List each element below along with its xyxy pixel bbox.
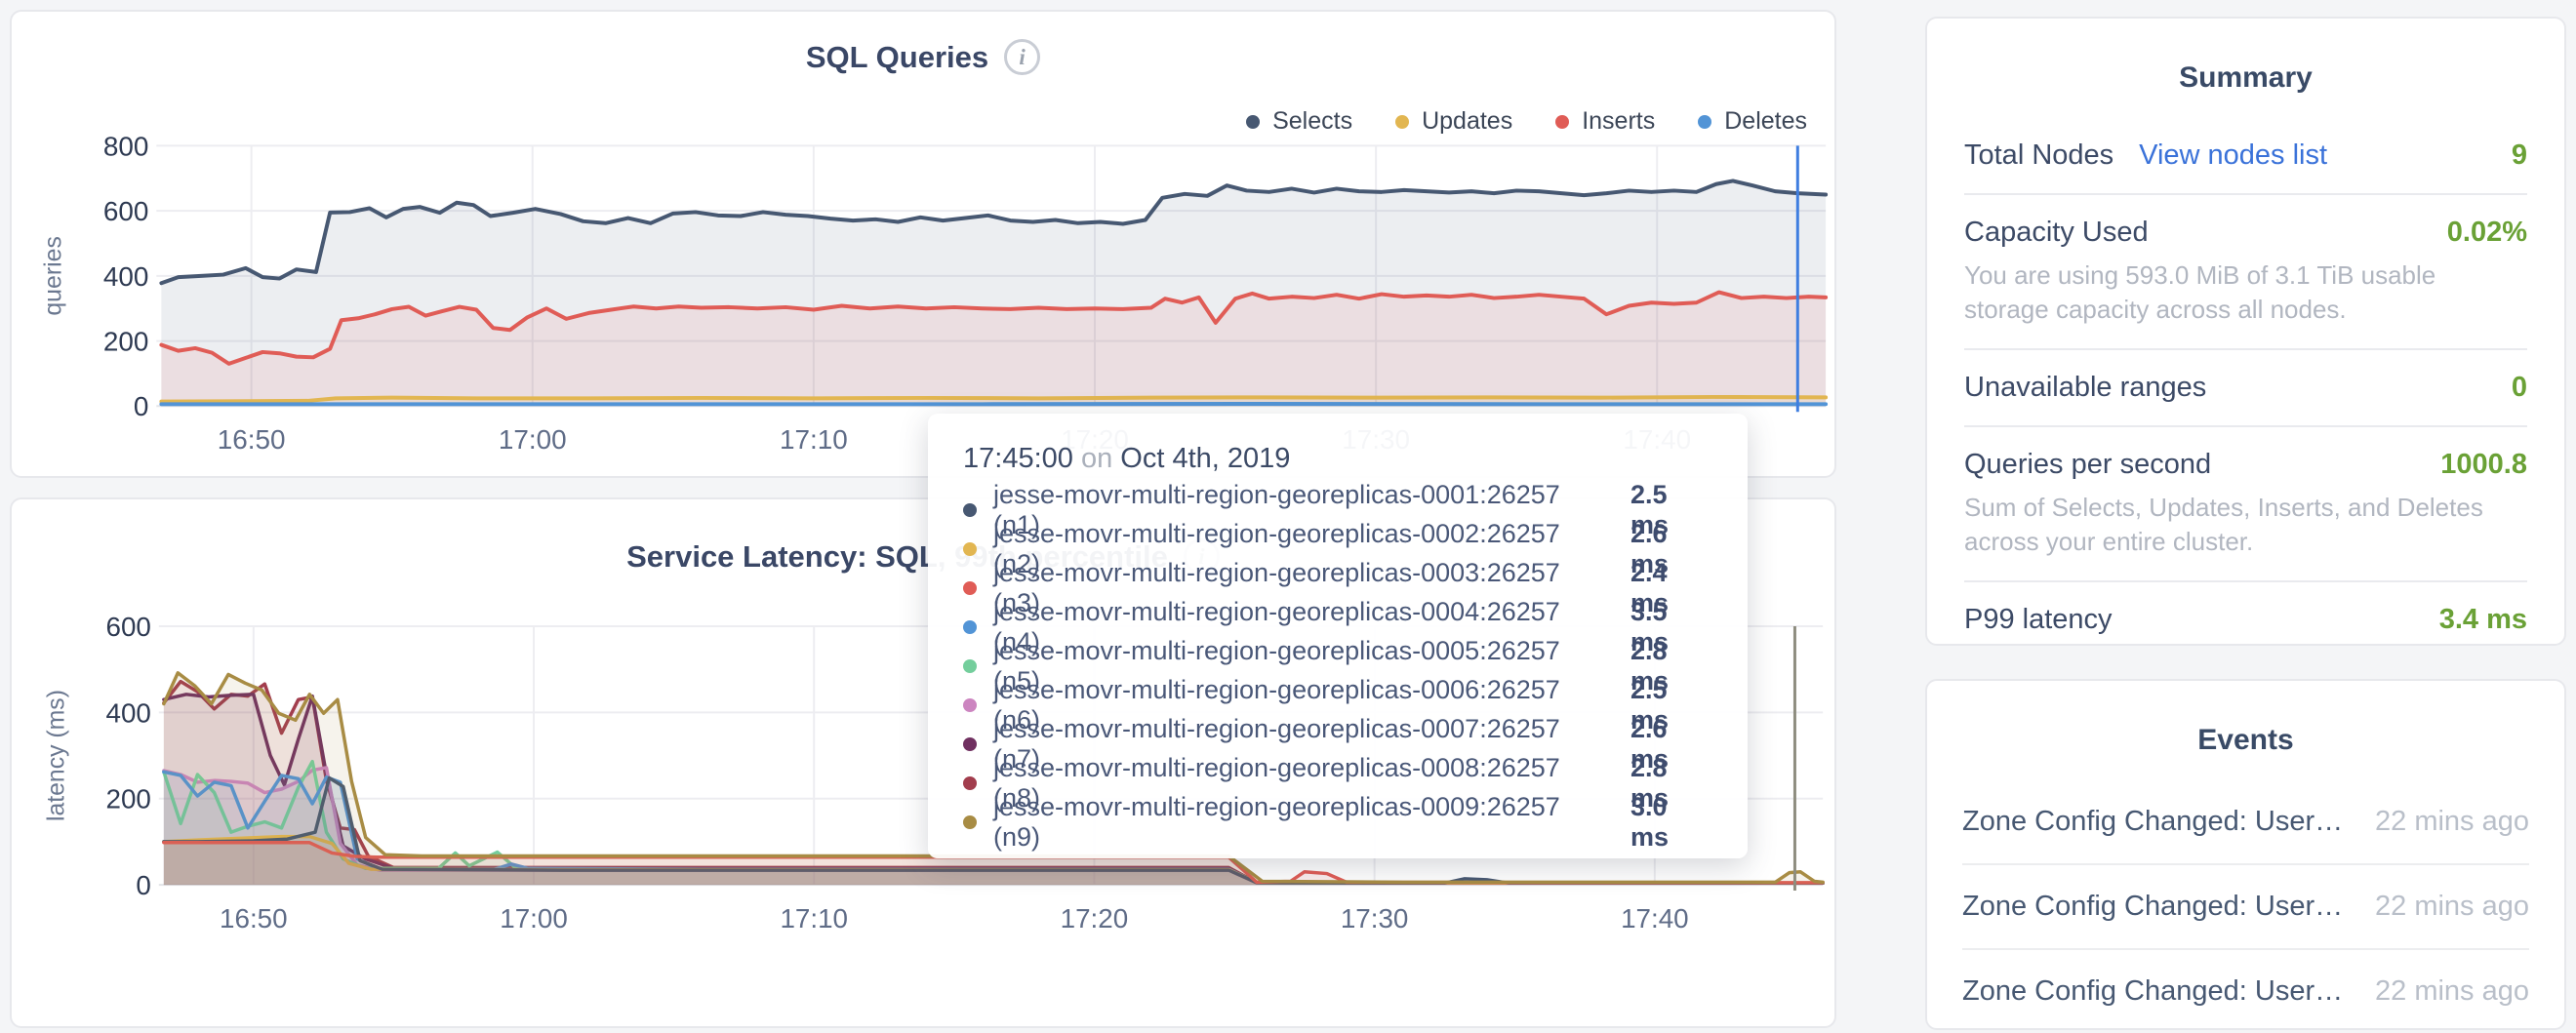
legend-item-selects[interactable]: Selects bbox=[1246, 107, 1352, 136]
sql-queries-title: SQL Queries i bbox=[12, 39, 1834, 75]
summary-row-label: Unavailable ranges bbox=[1964, 372, 2206, 404]
sql-queries-title-text: SQL Queries bbox=[806, 40, 988, 75]
view-nodes-list-link[interactable]: View nodes list bbox=[2139, 139, 2327, 172]
series-dot-icon bbox=[963, 659, 977, 673]
summary-row-description: Sum of Selects, Updates, Inserts, and De… bbox=[1964, 491, 2527, 559]
events-title: Events bbox=[1927, 681, 2564, 780]
event-time: 22 mins ago bbox=[2375, 891, 2529, 923]
svg-text:400: 400 bbox=[103, 261, 149, 292]
sql-queries-plot[interactable]: 020040060080016:5017:0017:1017:2017:3017… bbox=[12, 12, 1834, 476]
svg-text:17:10: 17:10 bbox=[780, 424, 848, 455]
series-dot-icon bbox=[963, 581, 977, 595]
event-row[interactable]: Zone Config Changed: User… 22 mins ago bbox=[1962, 948, 2529, 1033]
sql-queries-panel: SQL Queries i Selects Updates Inserts Delet… bbox=[10, 10, 1836, 478]
summary-row-description: You are using 593.0 MiB of 3.1 TiB usabl… bbox=[1964, 258, 2527, 327]
chart-hover-tooltip: 17:45:00 on Oct 4th, 2019 jesse-movr-mul… bbox=[928, 414, 1748, 858]
tooltip-rows: jesse-movr-multi-region-georeplicas-0001… bbox=[963, 491, 1712, 842]
legend-item-deletes[interactable]: Deletes bbox=[1698, 107, 1807, 136]
svg-text:400: 400 bbox=[106, 697, 151, 728]
event-title: Zone Config Changed: User… bbox=[1962, 806, 2343, 838]
svg-text:600: 600 bbox=[103, 196, 149, 226]
legend-dot-icon bbox=[1555, 115, 1569, 129]
legend-item-updates[interactable]: Updates bbox=[1395, 107, 1512, 136]
svg-text:600: 600 bbox=[106, 612, 151, 642]
svg-text:17:20: 17:20 bbox=[1061, 903, 1129, 934]
series-dot-icon bbox=[963, 503, 977, 517]
legend-label: Updates bbox=[1422, 107, 1512, 136]
event-row[interactable]: Zone Config Changed: User… 22 mins ago bbox=[1962, 780, 2529, 863]
event-time: 22 mins ago bbox=[2375, 806, 2529, 838]
series-dot-icon bbox=[963, 776, 977, 790]
sql-queries-chart[interactable]: 020040060080016:5017:0017:1017:2017:3017… bbox=[12, 12, 1834, 476]
tooltip-connector: on bbox=[1081, 443, 1112, 474]
node-latency-value: 3.0 ms bbox=[1630, 792, 1712, 853]
y-axis-label: queries bbox=[40, 236, 67, 316]
summary-row-capacity-used: Capacity Used 0.02% You are using 593.0 Mi… bbox=[1964, 193, 2527, 348]
events-panel: Events Zone Config Changed: User… 22 mins… bbox=[1925, 679, 2566, 1030]
series-dot-icon bbox=[963, 698, 977, 712]
tooltip-title: 17:45:00 on Oct 4th, 2019 bbox=[963, 443, 1712, 475]
svg-text:17:40: 17:40 bbox=[1621, 903, 1689, 934]
svg-text:17:10: 17:10 bbox=[780, 903, 848, 934]
series-dot-icon bbox=[963, 815, 977, 829]
y-axis-label: latency (ms) bbox=[44, 690, 70, 821]
legend-item-inserts[interactable]: Inserts bbox=[1555, 107, 1655, 136]
summary-row-head: P99 latency 3.4 ms bbox=[1964, 604, 2527, 636]
svg-text:0: 0 bbox=[136, 870, 150, 900]
summary-row-value: 1000.8 bbox=[2440, 449, 2527, 481]
svg-text:200: 200 bbox=[103, 327, 149, 357]
summary-row-value: 9 bbox=[2512, 139, 2527, 172]
event-title: Zone Config Changed: User… bbox=[1962, 891, 2343, 923]
node-label: jesse-movr-multi-region-georeplicas-0009… bbox=[993, 792, 1614, 853]
summary-row-p99-latency: P99 latency 3.4 ms bbox=[1964, 580, 2527, 657]
event-title: Zone Config Changed: User… bbox=[1962, 975, 2343, 1008]
svg-text:800: 800 bbox=[103, 131, 149, 161]
info-icon[interactable]: i bbox=[1004, 39, 1040, 75]
legend-label: Inserts bbox=[1582, 107, 1655, 136]
series-dot-icon bbox=[963, 542, 977, 556]
legend-dot-icon bbox=[1395, 115, 1409, 129]
summary-row-head: Capacity Used 0.02% bbox=[1964, 217, 2527, 249]
summary-row-label: Queries per second bbox=[1964, 449, 2211, 481]
legend-label: Deletes bbox=[1724, 107, 1807, 136]
summary-row-total-nodes: Total Nodes View nodes list 9 bbox=[1964, 118, 2527, 193]
svg-text:16:50: 16:50 bbox=[218, 424, 286, 455]
series-dot-icon bbox=[963, 737, 977, 751]
summary-row-queries-per-second: Queries per second 1000.8 Sum of Selects, … bbox=[1964, 425, 2527, 580]
legend-label: Selects bbox=[1272, 107, 1352, 136]
tooltip-time: 17:45:00 bbox=[963, 443, 1073, 474]
svg-text:17:30: 17:30 bbox=[1341, 903, 1409, 934]
sql-queries-legend: Selects Updates Inserts Deletes bbox=[1246, 107, 1807, 136]
summary-row-unavailable-ranges: Unavailable ranges 0 bbox=[1964, 348, 2527, 425]
summary-row-value: 3.4 ms bbox=[2439, 604, 2527, 636]
event-rows: Zone Config Changed: User…22 mins agoZon… bbox=[1962, 780, 2529, 1033]
summary-row-head: Unavailable ranges 0 bbox=[1964, 372, 2527, 404]
event-time: 22 mins ago bbox=[2375, 975, 2529, 1008]
svg-text:17:00: 17:00 bbox=[500, 903, 568, 934]
summary-row-label: P99 latency bbox=[1964, 604, 2113, 636]
tooltip-date: Oct 4th, 2019 bbox=[1120, 443, 1290, 474]
summary-title: Summary bbox=[1927, 19, 2564, 118]
summary-row-value: 0 bbox=[2512, 372, 2527, 404]
cluster-overview-page: { "tooltip": { "time": "17:45:00", "conn… bbox=[0, 0, 2576, 973]
svg-text:17:00: 17:00 bbox=[499, 424, 567, 455]
summary-row-label: Total Nodes bbox=[1964, 139, 2113, 172]
svg-text:16:50: 16:50 bbox=[220, 903, 288, 934]
summary-panel: Summary Total Nodes View nodes list 9 Capac… bbox=[1925, 17, 2566, 646]
summary-row-head: Queries per second 1000.8 bbox=[1964, 449, 2527, 481]
series-dot-icon bbox=[963, 620, 977, 634]
summary-row-head: Total Nodes View nodes list 9 bbox=[1964, 139, 2527, 172]
tooltip-row: jesse-movr-multi-region-georeplicas-0009… bbox=[963, 803, 1712, 842]
event-row[interactable]: Zone Config Changed: User… 22 mins ago bbox=[1962, 863, 2529, 948]
svg-text:200: 200 bbox=[106, 784, 151, 814]
legend-dot-icon bbox=[1698, 115, 1711, 129]
legend-dot-icon bbox=[1246, 115, 1260, 129]
svg-text:0: 0 bbox=[134, 391, 149, 421]
summary-row-label: Capacity Used bbox=[1964, 217, 2149, 249]
summary-row-value: 0.02% bbox=[2447, 217, 2527, 249]
summary-rows: Total Nodes View nodes list 9 Capacity Used… bbox=[1964, 118, 2527, 657]
